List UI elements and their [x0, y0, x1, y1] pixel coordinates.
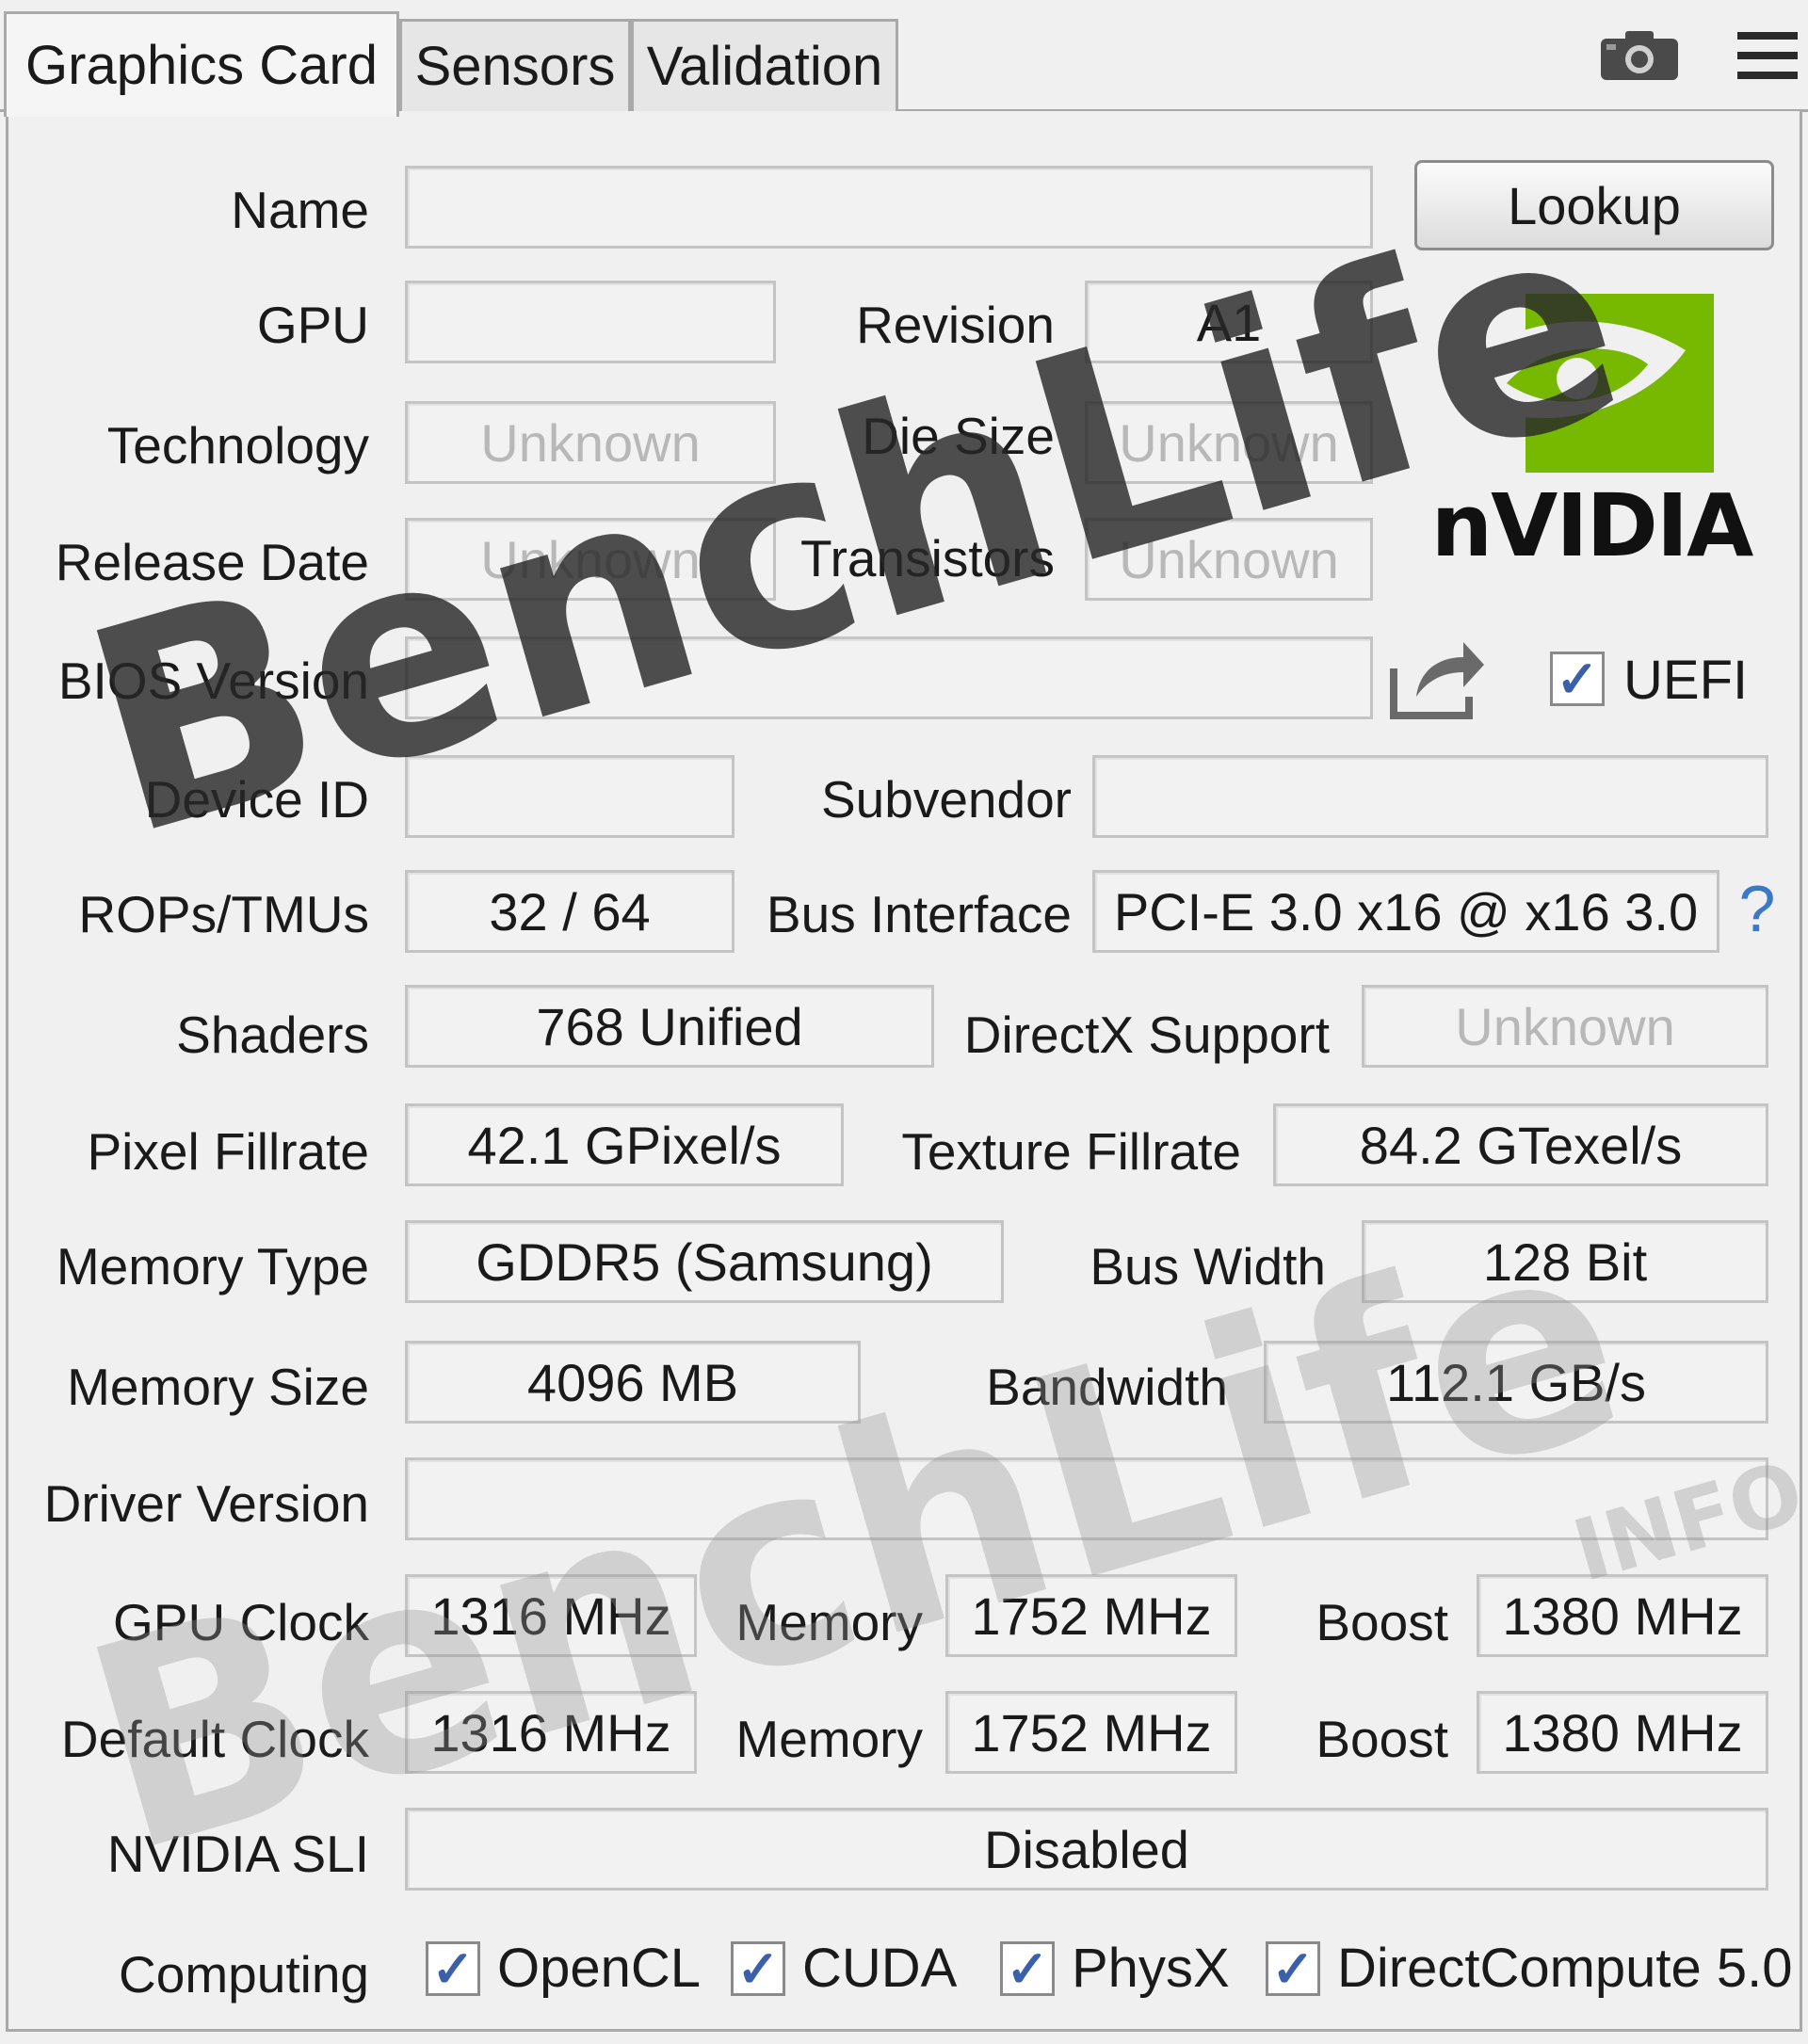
camera-icon[interactable] [1597, 24, 1682, 87]
share-export-icon[interactable] [1386, 629, 1490, 723]
gpu-memory-label: Memory [735, 1593, 923, 1651]
texture-fillrate-field[interactable]: 84.2 GTexel/s [1273, 1103, 1768, 1186]
cuda-label: CUDA [802, 1938, 958, 1999]
name-label: Name [231, 181, 369, 239]
nvidia-eye-icon [1441, 294, 1714, 473]
physx-checkbox[interactable]: ✓ [1000, 1940, 1055, 1998]
shaders-field[interactable]: 768 Unified [405, 985, 934, 1068]
bus-width-label: Bus Width [1090, 1237, 1326, 1296]
bandwidth-label: Bandwidth [986, 1358, 1228, 1416]
nvidia-sli-label: NVIDIA SLI [106, 1825, 369, 1883]
lookup-button[interactable]: Lookup [1414, 160, 1774, 250]
bios-version-field[interactable] [405, 636, 1373, 719]
checkmark-icon: ✓ [1271, 1940, 1315, 1998]
rops-tmus-label: ROPs/TMUs [78, 885, 369, 943]
cuda-checkbox[interactable]: ✓ [731, 1940, 785, 1998]
subvendor-label: Subvendor [820, 770, 1072, 829]
die-size-label: Die Size [862, 407, 1055, 465]
directx-label: DirectX Support [963, 1006, 1330, 1064]
help-icon[interactable]: ? [1729, 866, 1785, 951]
directcompute-label: DirectCompute 5.0 [1337, 1938, 1793, 1999]
nvidia-sli-field[interactable]: Disabled [405, 1808, 1768, 1891]
transistors-label: Transistors [800, 529, 1055, 587]
device-id-label: Device ID [144, 770, 369, 829]
computing-label: Computing [119, 1945, 369, 2004]
nvidia-logo: nVIDIA [1403, 275, 1780, 586]
subvendor-field[interactable] [1092, 755, 1768, 838]
nvidia-wordmark: nVIDIA [1430, 475, 1754, 576]
tab-validation[interactable]: Validation [631, 19, 898, 111]
rops-tmus-field[interactable]: 32 / 64 [405, 870, 734, 953]
memory-type-field[interactable]: GDDR5 (Samsung) [405, 1220, 1004, 1303]
gpu-field[interactable] [405, 281, 776, 363]
release-date-field[interactable]: Unknown [405, 518, 776, 601]
gpu-clock-field[interactable]: 1316 MHz [405, 1574, 697, 1657]
default-memory-label: Memory [735, 1710, 923, 1768]
technology-field[interactable]: Unknown [405, 401, 776, 484]
uefi-label: UEFI [1623, 650, 1749, 711]
checkmark-icon: ✓ [1006, 1940, 1049, 1998]
device-id-field[interactable] [405, 755, 734, 838]
shaders-label: Shaders [176, 1006, 369, 1064]
revision-label: Revision [856, 296, 1055, 354]
pixel-fillrate-field[interactable]: 42.1 GPixel/s [405, 1103, 844, 1186]
gpu-label: GPU [256, 296, 369, 354]
directx-field[interactable]: Unknown [1362, 985, 1768, 1068]
tab-graphics-card[interactable]: Graphics Card [4, 11, 399, 117]
bus-width-field[interactable]: 128 Bit [1362, 1220, 1768, 1303]
gpu-clock-label: GPU Clock [113, 1593, 369, 1651]
opencl-label: OpenCL [497, 1938, 702, 1999]
die-size-field[interactable]: Unknown [1085, 401, 1373, 484]
bus-interface-label: Bus Interface [766, 885, 1072, 943]
memory-size-label: Memory Size [67, 1358, 369, 1416]
default-clock-label: Default Clock [60, 1710, 369, 1768]
tab-label: Sensors [414, 36, 616, 97]
bus-interface-field[interactable]: PCI-E 3.0 x16 @ x16 3.0 [1092, 870, 1719, 953]
bandwidth-field[interactable]: 112.1 GB/s [1264, 1341, 1768, 1424]
revision-field[interactable]: A1 [1085, 281, 1373, 363]
checkmark-icon: ✓ [736, 1940, 780, 1998]
default-memory-clock-field[interactable]: 1752 MHz [945, 1691, 1237, 1774]
gpu-boost-label: Boost [1316, 1593, 1448, 1651]
name-field[interactable] [405, 166, 1373, 249]
checkmark-icon: ✓ [431, 1940, 475, 1998]
transistors-field[interactable]: Unknown [1085, 518, 1373, 601]
gpu-boost-clock-field[interactable]: 1380 MHz [1477, 1574, 1768, 1657]
tab-sensors[interactable]: Sensors [399, 19, 631, 111]
default-clock-field[interactable]: 1316 MHz [405, 1691, 697, 1774]
hamburger-menu-icon[interactable] [1735, 24, 1800, 87]
pixel-fillrate-label: Pixel Fillrate [87, 1122, 369, 1181]
uefi-checkbox[interactable]: ✓ [1550, 651, 1605, 708]
physx-label: PhysX [1072, 1938, 1230, 1999]
tab-label: Graphics Card [25, 35, 378, 96]
texture-fillrate-label: Texture Fillrate [901, 1122, 1241, 1181]
memory-size-field[interactable]: 4096 MB [405, 1341, 861, 1424]
technology-label: Technology [106, 416, 369, 475]
memory-type-label: Memory Type [56, 1237, 369, 1296]
bios-version-label: BIOS Version [57, 652, 369, 710]
driver-version-field[interactable] [405, 1457, 1768, 1540]
directcompute-checkbox[interactable]: ✓ [1266, 1940, 1320, 1998]
default-boost-label: Boost [1316, 1710, 1448, 1768]
opencl-checkbox[interactable]: ✓ [426, 1940, 480, 1998]
default-boost-clock-field[interactable]: 1380 MHz [1477, 1691, 1768, 1774]
gpu-memory-clock-field[interactable]: 1752 MHz [945, 1574, 1237, 1657]
checkmark-icon: ✓ [1556, 651, 1599, 708]
release-date-label: Release Date [55, 533, 369, 591]
tab-label: Validation [646, 36, 883, 97]
driver-version-label: Driver Version [43, 1474, 369, 1533]
